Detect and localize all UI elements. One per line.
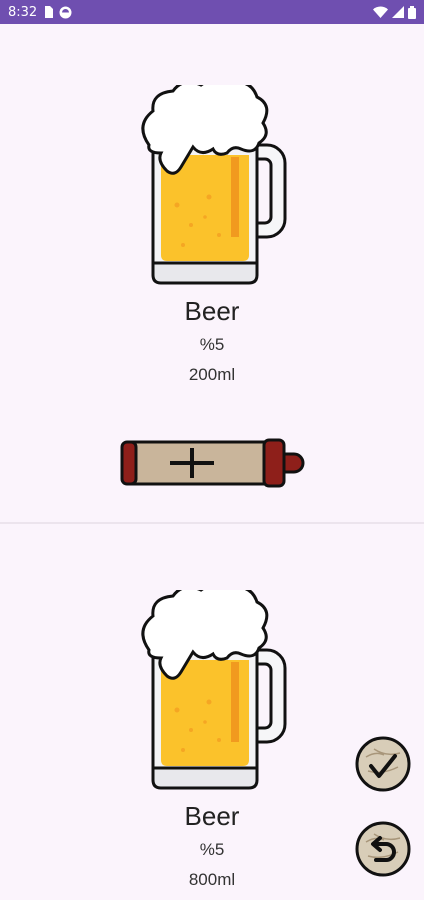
app-notification-icon [59, 6, 72, 19]
beer-mug-icon [141, 590, 287, 790]
battery-icon [408, 5, 416, 19]
drink-name: Beer [184, 296, 240, 326]
confirm-button[interactable] [354, 735, 412, 793]
undo-icon [355, 821, 411, 877]
undo-button[interactable] [354, 820, 412, 878]
sim-card-icon [43, 6, 54, 18]
beer-mug-icon [141, 85, 287, 285]
current-drink-card: Beer %5 200ml [0, 85, 424, 385]
add-drink-button[interactable] [118, 436, 308, 492]
drink-abv: %5 [199, 840, 225, 859]
checkmark-icon [355, 736, 411, 792]
divider [0, 522, 424, 524]
wifi-icon [373, 6, 388, 18]
drink-abv: %5 [199, 335, 225, 354]
drink-volume: 800ml [188, 870, 236, 889]
plus-icon [120, 438, 305, 488]
status-bar: 8:32 [0, 0, 424, 24]
drink-volume: 200ml [188, 365, 236, 384]
status-time: 8:32 [8, 4, 38, 20]
signal-icon [392, 6, 404, 18]
drink-name: Beer [184, 801, 240, 831]
